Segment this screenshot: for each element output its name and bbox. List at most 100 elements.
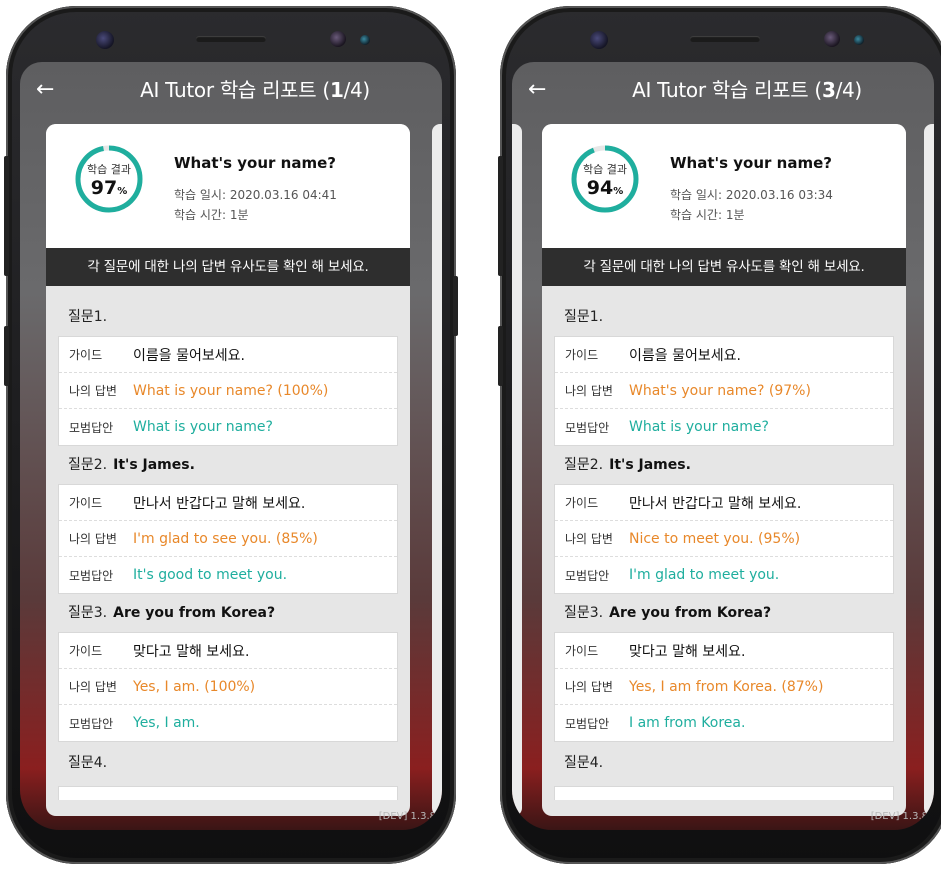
next-card-peek[interactable] xyxy=(924,124,934,816)
power-button xyxy=(453,276,458,336)
instruction-banner: 각 질문에 대한 나의 답변 유사도를 확인 해 보세요. xyxy=(542,248,906,286)
model-answer-text: Yes, I am. xyxy=(133,715,200,731)
guide-text: 맞다고 말해 보세요. xyxy=(629,643,746,660)
next-card-peek[interactable] xyxy=(432,124,442,816)
my-answer-row: 나의 답변 What is your name? (100%) xyxy=(59,373,397,409)
result-header: 학습 결과 94% What's your name? 학습 일시: 2020.… xyxy=(542,124,906,248)
question-box-2: 가이드 만나서 반갑다고 말해 보세요. 나의 답변 Nice to meet yo… xyxy=(554,484,894,594)
my-answer-row: 나의 답변 What's your name? (97%) xyxy=(555,373,893,409)
app-bar: ← AI Tutor 학습 리포트 (3/4) xyxy=(512,62,934,122)
guide-row: 가이드 만나서 반갑다고 말해 보세요. xyxy=(555,485,893,521)
model-answer-row: 모범답안 It's good to meet you. xyxy=(69,567,288,583)
question-header-2: 질문2. It's James. xyxy=(564,457,691,473)
study-duration: 학습 시간: 1분 xyxy=(174,208,249,222)
proximity-sensor xyxy=(854,35,864,45)
iris-sensor xyxy=(590,31,608,49)
question-header-4: 질문4. xyxy=(68,755,108,771)
phone-frame-left: ← AI Tutor 학습 리포트 (1/4) 학습 결과 97% What's… xyxy=(4,6,458,864)
score-value: 97% xyxy=(90,177,128,199)
score-text: 학습 결과 97% xyxy=(74,144,144,214)
instruction-banner: 각 질문에 대한 나의 답변 유사도를 확인 해 보세요. xyxy=(46,248,410,286)
question-header-1: 질문1. xyxy=(68,309,108,325)
page-title: AI Tutor 학습 리포트 (1/4) xyxy=(140,78,370,102)
model-answer-text: I am from Korea. xyxy=(629,715,746,731)
question-box-3: 가이드 맞다고 말해 보세요. 나의 답변 Yes, I am from Korea… xyxy=(554,632,894,742)
question-header-3: 질문3. Are you from Korea? xyxy=(68,605,276,621)
guide-text: 맞다고 말해 보세요. xyxy=(133,643,250,660)
score-value: 94% xyxy=(586,177,624,199)
my-answer-text: I'm glad to see you. (85%) xyxy=(133,530,318,547)
guide-text: 만나서 반갑다고 말해 보세요. xyxy=(629,495,802,512)
study-duration: 학습 시간: 1분 xyxy=(670,208,745,222)
lesson-question: What's your name? xyxy=(670,154,832,172)
model-answer-row: 모범답안 What is your name? xyxy=(565,419,769,435)
question-box-1: 가이드 이름을 물어보세요. 나의 답변 What's your name? (97… xyxy=(554,336,894,446)
bixby-button xyxy=(4,326,9,386)
model-answer-row: 모범답안 What is your name? xyxy=(69,419,273,435)
app-bar: ← AI Tutor 학습 리포트 (1/4) xyxy=(20,62,442,122)
question-header-4: 질문4. xyxy=(564,755,604,771)
guide-text: 이름을 물어보세요. xyxy=(133,347,245,364)
question-box-4 xyxy=(554,786,894,800)
front-camera xyxy=(330,31,346,47)
model-answer-text: I'm glad to meet you. xyxy=(629,567,780,583)
guide-text: 만나서 반갑다고 말해 보세요. xyxy=(133,495,306,512)
my-answer-row: 나의 답변 Nice to meet you. (95%) xyxy=(555,521,893,557)
my-answer-row: 나의 답변 Yes, I am. (100%) xyxy=(59,669,397,705)
phone-frame-right: ← AI Tutor 학습 리포트 (3/4) 학습 결과 94% What's… xyxy=(498,6,941,864)
question-box-1: 가이드 이름을 물어보세요. 나의 답변 What is your name? (1… xyxy=(58,336,398,446)
back-arrow-icon[interactable]: ← xyxy=(36,78,54,102)
model-answer-text: It's good to meet you. xyxy=(133,567,288,583)
report-card: 학습 결과 97% What's your name? 학습 일시: 2020.… xyxy=(46,124,410,816)
my-answer-text: Nice to meet you. (95%) xyxy=(629,530,801,547)
previous-card-peek[interactable] xyxy=(512,124,522,816)
earpiece-speaker xyxy=(690,36,760,42)
app-screen: ← AI Tutor 학습 리포트 (1/4) 학습 결과 97% What's… xyxy=(20,62,442,830)
guide-row: 가이드 맞다고 말해 보세요. xyxy=(59,633,397,669)
back-arrow-icon[interactable]: ← xyxy=(528,78,546,102)
model-answer-text: What is your name? xyxy=(133,419,273,435)
question-list[interactable]: 질문1. 가이드 이름을 물어보세요. 나의 답변 What is your nam… xyxy=(46,298,410,800)
volume-button xyxy=(4,156,9,276)
my-answer-text: What is your name? (100%) xyxy=(133,382,329,399)
model-answer-text: What is your name? xyxy=(629,419,769,435)
version-label: [DEV] 1.3.8 xyxy=(870,811,928,822)
question-header-3: 질문3. Are you from Korea? xyxy=(564,605,772,621)
app-screen: ← AI Tutor 학습 리포트 (3/4) 학습 결과 94% What's… xyxy=(512,62,934,830)
study-date: 학습 일시: 2020.03.16 04:41 xyxy=(174,188,337,202)
model-answer-row: 모범답안 I am from Korea. xyxy=(565,715,746,731)
proximity-sensor xyxy=(360,35,370,45)
question-box-3: 가이드 맞다고 말해 보세요. 나의 답변 Yes, I am. (100%) 모범… xyxy=(58,632,398,742)
question-header-1: 질문1. xyxy=(564,309,604,325)
my-answer-row: 나의 답변 Yes, I am from Korea. (87%) xyxy=(555,669,893,705)
result-label: 학습 결과 xyxy=(583,163,627,176)
earpiece-speaker xyxy=(196,36,266,42)
result-label: 학습 결과 xyxy=(87,163,131,176)
guide-text: 이름을 물어보세요. xyxy=(629,347,741,364)
front-camera xyxy=(824,31,840,47)
my-answer-text: Yes, I am. (100%) xyxy=(133,678,256,695)
score-text: 학습 결과 94% xyxy=(570,144,640,214)
page-title: AI Tutor 학습 리포트 (3/4) xyxy=(632,78,862,102)
guide-row: 가이드 이름을 물어보세요. xyxy=(555,337,893,373)
model-answer-row: 모범답안 I'm glad to meet you. xyxy=(565,567,780,583)
guide-row: 가이드 맞다고 말해 보세요. xyxy=(555,633,893,669)
question-box-2: 가이드 만나서 반갑다고 말해 보세요. 나의 답변 I'm glad to see… xyxy=(58,484,398,594)
study-date: 학습 일시: 2020.03.16 03:34 xyxy=(670,188,833,202)
my-answer-row: 나의 답변 I'm glad to see you. (85%) xyxy=(59,521,397,557)
my-answer-text: What's your name? (97%) xyxy=(629,382,811,399)
question-box-4 xyxy=(58,786,398,800)
my-answer-text: Yes, I am from Korea. (87%) xyxy=(629,678,824,695)
bixby-button xyxy=(498,326,503,386)
volume-button xyxy=(498,156,503,276)
guide-row: 가이드 만나서 반갑다고 말해 보세요. xyxy=(59,485,397,521)
model-answer-row: 모범답안 Yes, I am. xyxy=(69,715,200,731)
question-list[interactable]: 질문1. 가이드 이름을 물어보세요. 나의 답변 What's your name… xyxy=(542,298,906,800)
report-card: 학습 결과 94% What's your name? 학습 일시: 2020.… xyxy=(542,124,906,816)
result-header: 학습 결과 97% What's your name? 학습 일시: 2020.… xyxy=(46,124,410,248)
lesson-question: What's your name? xyxy=(174,154,336,172)
question-header-2: 질문2. It's James. xyxy=(68,457,195,473)
iris-sensor xyxy=(96,31,114,49)
version-label: [DEV] 1.3.8 xyxy=(378,811,436,822)
guide-row: 가이드 이름을 물어보세요. xyxy=(59,337,397,373)
